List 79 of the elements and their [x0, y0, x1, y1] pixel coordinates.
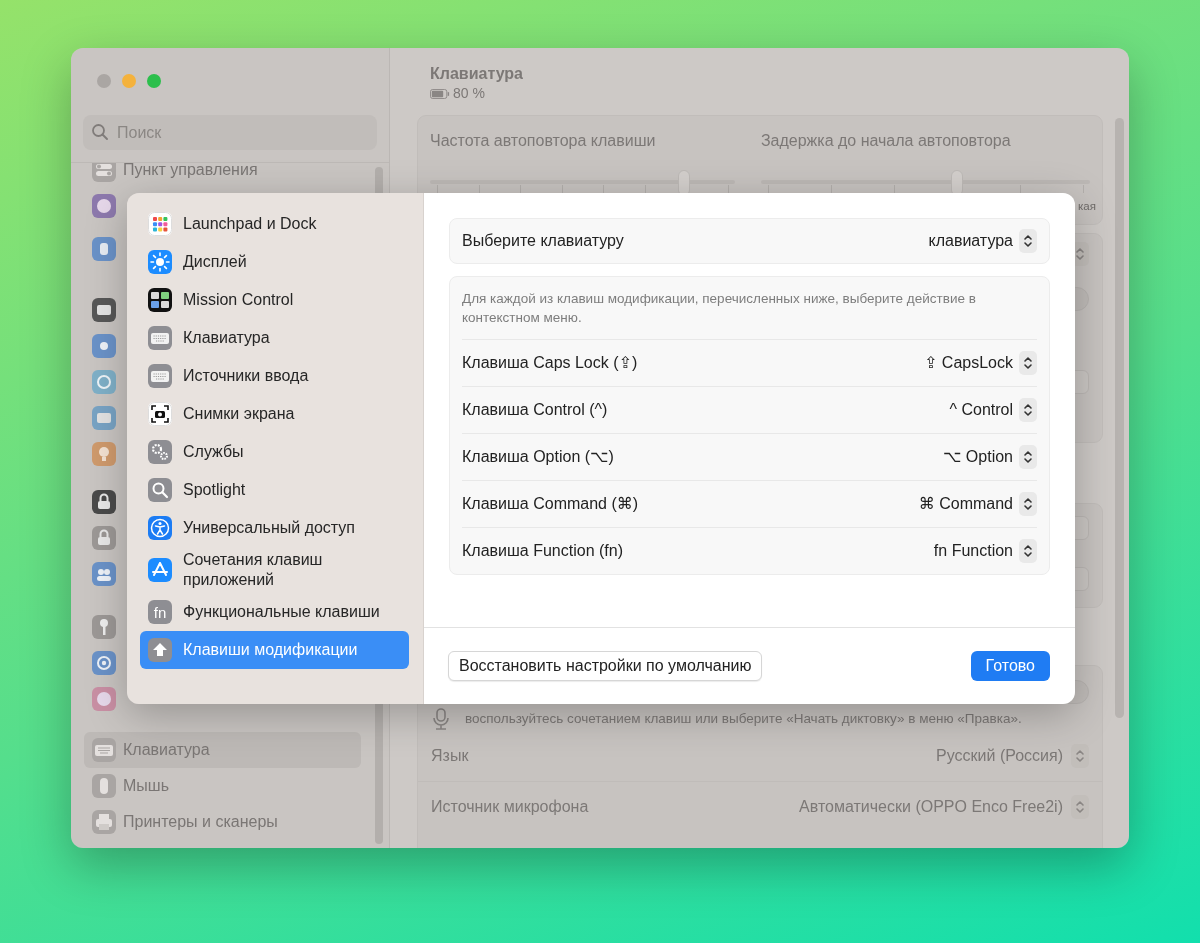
stepper-icon [1075, 747, 1085, 764]
setting-label: Клавиша Control (^) [462, 400, 608, 420]
app-icon [92, 490, 116, 514]
accessibility-icon [148, 516, 172, 540]
slider-thumb[interactable] [678, 170, 691, 196]
setting-label: Клавиша Function (fn) [462, 541, 623, 561]
mouse-icon [92, 774, 116, 798]
key-icon: fn [148, 600, 172, 624]
setting-label: Клавиша Option (⌥) [462, 447, 614, 467]
minimize-button[interactable] [122, 74, 136, 88]
app-icon [92, 442, 116, 466]
battery-icon [430, 88, 450, 99]
close-button[interactable] [97, 74, 111, 88]
setting-label: Клавиша Command (⌘) [462, 494, 639, 514]
popup-button[interactable]: клавиатура [928, 229, 1037, 253]
app-icon [92, 298, 116, 322]
description-text: Для каждой из клавиш модификации, перечисленных ниже, выберите действие в контекстном меню. [461, 290, 977, 327]
popup-button[interactable]: fn Function [933, 539, 1037, 563]
dictation-note: воспользуйтесь сочетанием клавиш или выберите «Начать диктовку» в меню «Правка». [465, 709, 1022, 728]
gears-icon [148, 440, 172, 464]
slider-label: Частота автоповтора клавиши [430, 131, 657, 151]
app-icon [92, 687, 116, 711]
keyboard-icon [92, 738, 116, 762]
sidebar-item[interactable]: Дисплей [140, 243, 409, 281]
app-icon [92, 651, 116, 675]
popup-button[interactable]: ⌥ Option [942, 445, 1037, 469]
app-icon [92, 526, 116, 550]
app-icon [92, 615, 116, 639]
app-grid-icon [148, 212, 172, 236]
sidebar-item[interactable]: Mission Control [140, 281, 409, 319]
windows-icon [148, 288, 172, 312]
sidebar-item[interactable]: Сочетания клавиш приложений [140, 547, 409, 593]
keyboard-icon [148, 326, 172, 350]
setting-label: Клавиша Caps Lock (⇪) [462, 353, 638, 373]
stepper-icon [1075, 799, 1085, 815]
sun-icon [148, 250, 172, 274]
printer-icon [92, 810, 116, 834]
reset-button[interactable]: Восстановить настройки по умолчанию [448, 651, 763, 681]
sidebar-item[interactable]: Spotlight [140, 471, 409, 509]
page-title: Клавиатура [430, 65, 524, 83]
stepper-icon [1023, 355, 1033, 371]
sidebar-item[interactable]: fn Функциональные клавиши [140, 593, 409, 631]
sidebar-item[interactable]: Службы [140, 433, 409, 471]
sidebar-item[interactable]: Источники ввода [140, 357, 409, 395]
battery-level: 80 % [453, 84, 485, 103]
app-icon [92, 370, 116, 394]
arrow-up-icon [148, 638, 172, 662]
sidebar-item[interactable]: Клавиатура [140, 319, 409, 357]
slider-end-label: кая [1078, 200, 1096, 212]
stepper-icon [1023, 233, 1033, 249]
stepper-icon [1023, 496, 1033, 512]
app-icon [92, 194, 116, 218]
search-icon [148, 478, 172, 502]
toggles-icon [92, 163, 116, 182]
done-button[interactable]: Готово [970, 651, 1050, 681]
microphone-icon [431, 708, 451, 730]
app-icon [92, 406, 116, 430]
setting-label: Язык [431, 745, 469, 766]
keyboard-icon [148, 364, 172, 388]
slider-label: Задержка до начала автоповтора [760, 131, 1012, 151]
stepper-icon [1023, 543, 1033, 559]
sidebar-item[interactable]: Снимки экрана [140, 395, 409, 433]
stepper-icon [1023, 449, 1033, 465]
popup-button[interactable]: ⇪ CapsLock [924, 351, 1037, 375]
camera-icon [148, 402, 172, 426]
zoom-button[interactable] [147, 74, 161, 88]
sidebar-item[interactable]: Launchpad и Dock [140, 205, 409, 243]
popup-button[interactable]: ⌘ Command [918, 492, 1037, 516]
setting-label: Выберите клавиатуру [462, 231, 624, 251]
setting-label: Источник микрофона [431, 797, 589, 817]
stepper-icon [1075, 246, 1085, 262]
app-icon [92, 334, 116, 358]
popup-button[interactable]: ^ Control [949, 398, 1037, 422]
app-icon [92, 237, 116, 261]
slider-thumb[interactable] [950, 170, 963, 196]
sidebar-item[interactable]: Универсальный доступ [140, 509, 409, 547]
triangle-lines-icon [148, 558, 172, 582]
stepper-icon [1023, 402, 1033, 418]
app-icon [92, 562, 116, 586]
